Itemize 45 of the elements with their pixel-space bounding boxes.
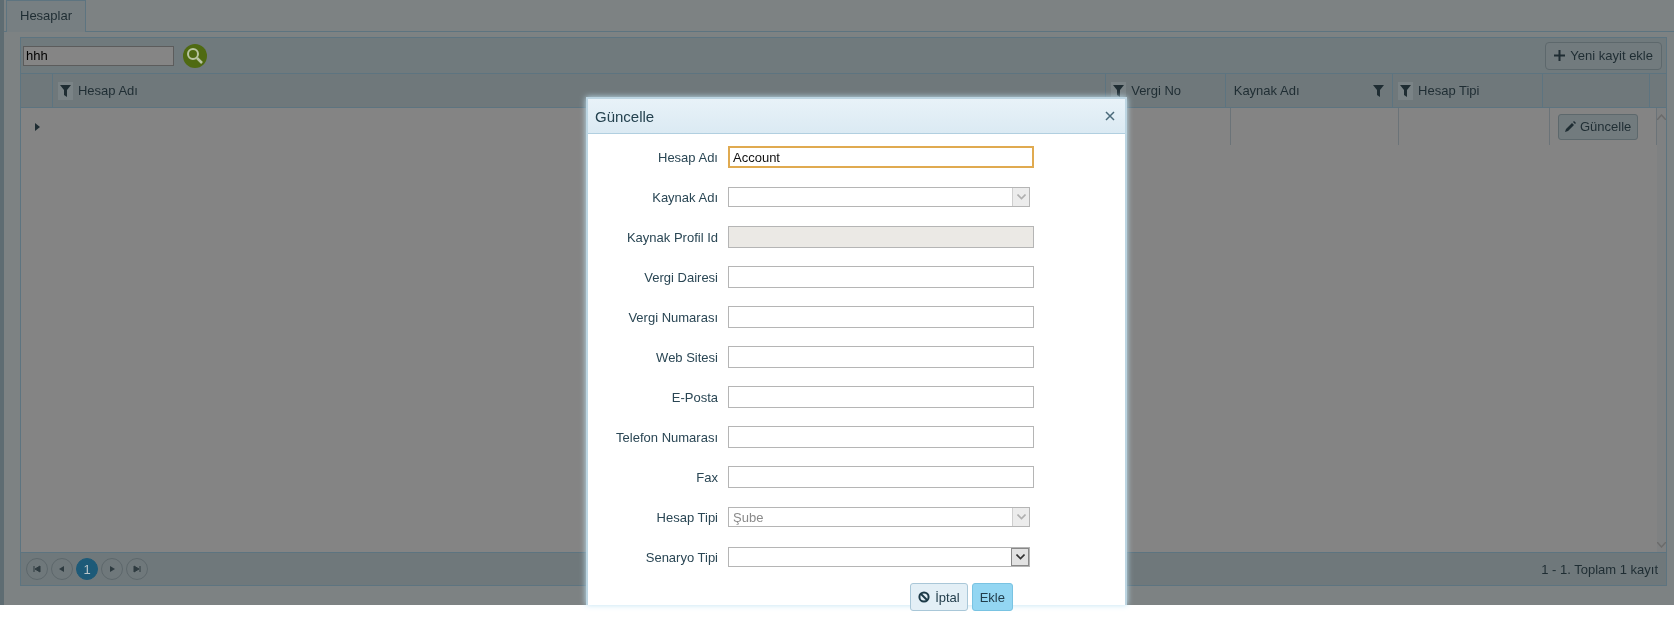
edit-button[interactable]: Güncelle — [1558, 113, 1639, 140]
field-label: E-Posta — [670, 389, 719, 405]
field-label: Vergi Dairesi — [643, 269, 719, 285]
chevron-down-icon — [1016, 194, 1026, 200]
page-number[interactable]: 1 — [76, 558, 98, 580]
input-field[interactable] — [728, 306, 1034, 328]
expand-arrow-icon[interactable] — [34, 122, 40, 131]
dialog-title: Güncelle — [595, 107, 655, 125]
last-page-icon[interactable] — [126, 558, 148, 580]
previous-page-icon[interactable] — [51, 558, 73, 580]
input-field[interactable] — [728, 466, 1034, 488]
field-label: Vergi Numarası — [627, 309, 719, 325]
tab[interactable]: Hesaplar — [6, 0, 87, 32]
column-header[interactable]: Kaynak Adı — [1225, 74, 1394, 107]
cancel-button[interactable]: İptal — [910, 583, 968, 611]
search-field[interactable]: hhh — [23, 45, 174, 66]
field-label: Senaryo Tipi — [644, 549, 719, 565]
search-icon[interactable] — [182, 42, 208, 69]
plus-icon — [1554, 50, 1566, 61]
input-field[interactable]: Account — [728, 146, 1034, 168]
field-label: Hesap Tipi — [655, 509, 719, 525]
input-field[interactable] — [728, 386, 1034, 408]
field-label: Kaynak Profil Id — [625, 229, 719, 245]
field-label: Telefon Numarası — [615, 429, 719, 445]
close-icon[interactable] — [1105, 111, 1115, 121]
chevron-down-icon — [1015, 554, 1025, 560]
field-label: Hesap Adı — [657, 149, 719, 165]
column-header[interactable]: Hesap Tipi — [1393, 74, 1544, 107]
field-label: Fax — [695, 469, 719, 485]
input-field[interactable] — [728, 346, 1034, 368]
dropdown-field[interactable] — [728, 547, 1030, 567]
field-label: Kaynak Adı — [651, 189, 719, 205]
input-field[interactable] — [728, 426, 1034, 448]
scroll-up-icon[interactable] — [1657, 114, 1666, 120]
add-button[interactable]: Ekle — [971, 583, 1013, 611]
input-field[interactable] — [728, 266, 1034, 288]
chevron-down-icon — [1016, 514, 1026, 520]
scroll-down-icon[interactable] — [1657, 542, 1666, 548]
record-count: 1 - 1. Toplam 1 kayıt — [1541, 561, 1658, 577]
pencil-icon — [1565, 121, 1576, 132]
ban-icon — [918, 591, 931, 603]
add-record-button[interactable]: Yeni kayit ekle — [1545, 41, 1662, 70]
next-page-icon[interactable] — [101, 558, 123, 580]
field-label: Web Sitesi — [655, 349, 719, 365]
first-page-icon[interactable] — [26, 558, 48, 580]
